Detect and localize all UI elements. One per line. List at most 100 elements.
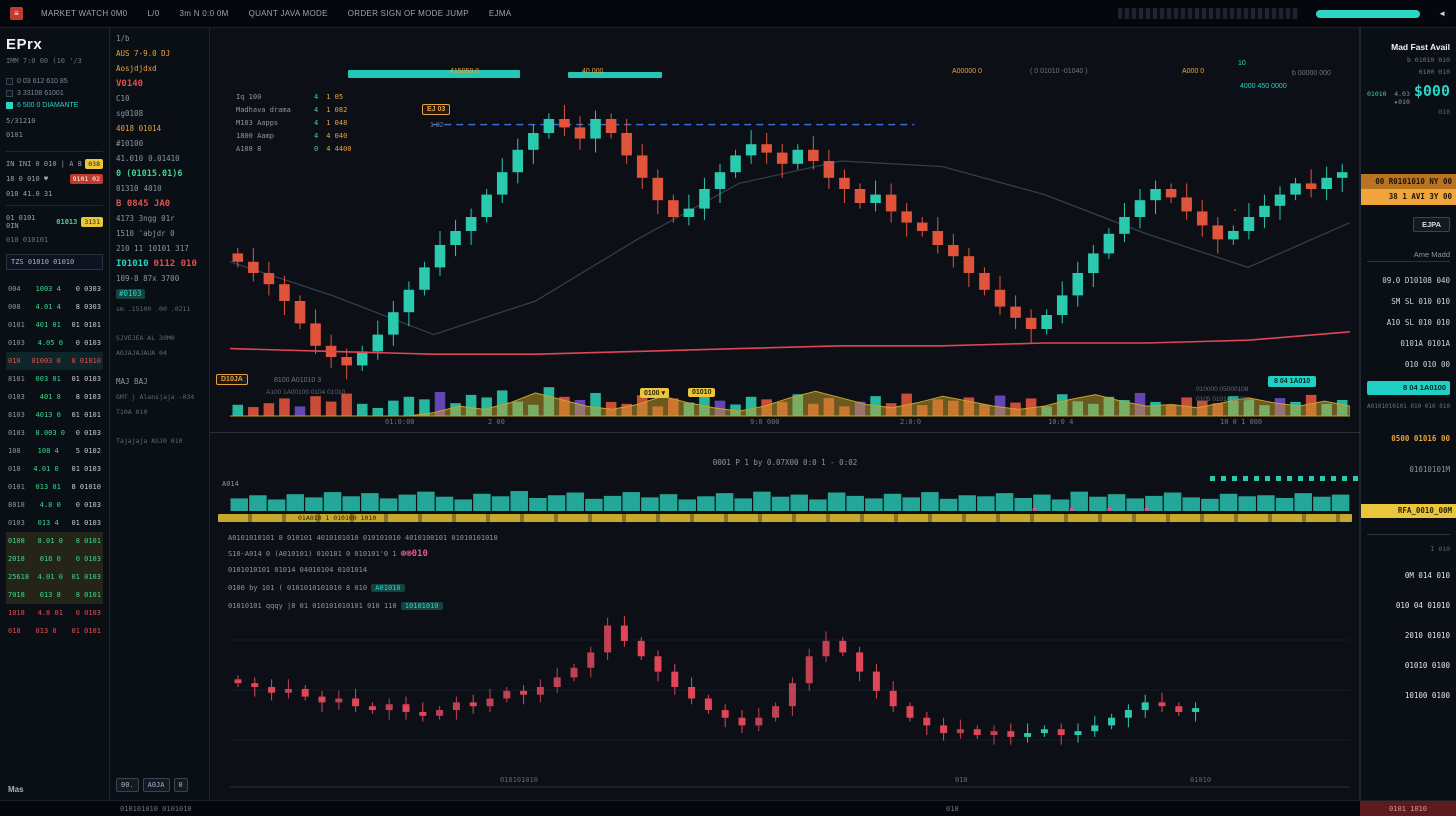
watchlist-table-row[interactable]: 0103013 401 0103 [6,514,103,532]
order-panel-button[interactable]: A0JA [143,778,170,792]
quote-row[interactable]: 18 0 010 ♥9101 02 [6,171,103,186]
topbar-menu-item[interactable]: 3m N 0:0 0M [179,9,228,18]
topbar-menu-item[interactable]: MARKET WATCH 0M0 [41,9,127,18]
chart-label: ( 0 01010 -01040 ) [1030,68,1088,75]
topbar-menu: MARKET WATCH 0M0 L/0 3m N 0:0 0M QUANT JAVA… [41,9,511,18]
order-line-text: 41.010 [116,154,143,164]
chart-area: Iq 10041 05Madhava drama41 082M103 Aapps… [210,28,1360,800]
order-line: GMT j Alansjaja -034 [116,392,203,402]
watchlist-table-row[interactable]: 0103401 88 0103 [6,388,103,406]
alert-row-2[interactable]: 38 1 AVI 3Y 00 [1361,189,1456,205]
table-cell: 013 01 [36,483,61,491]
right-row[interactable]: 010 010 00 [1367,354,1450,375]
mini-sparkline [1118,8,1298,19]
note-line: 0101010101 01014 04010104 0101014 [228,565,498,575]
order-panel-button[interactable]: 0 [174,778,188,792]
right-panel: Mad Fast Avail b 01010 010 0100 010 0101… [1360,28,1456,800]
order-line: I010100112 010 [116,259,203,269]
order-line-value: 0.01410 [148,154,180,164]
note-text: A0101010101 8 010101 4010101010 01010101… [228,534,498,542]
order-panel-button[interactable]: 00. [116,778,139,792]
x-axis-line [210,432,1360,433]
order-line-text: T10A 010 [116,407,147,417]
tab-ejpa[interactable]: EJPA [1413,217,1450,232]
table-cell: 401 8 [40,393,61,401]
watchlist-table-row[interactable]: 018013 001 0101 [6,622,103,640]
right-sub-2: 0100 010 [1367,68,1450,76]
order-line-text: I01010 [116,259,149,269]
confirm-button[interactable]: 8 04 1A0100 [1367,381,1450,395]
momentum-band-chart[interactable] [230,488,1350,512]
right-panel-title: Mad Fast Avail [1367,42,1450,52]
chart-label: A00000 0 [952,68,982,75]
order-line: 4018 01014 [116,124,203,134]
watchlist-table-row[interactable]: 0184.01 001 0103 [6,460,103,478]
table-cell: 4.8 0 [40,501,61,509]
table-cell: 0108 [8,537,25,545]
watchlist-table-row[interactable]: 01038.003 00 0103 [6,424,103,442]
watchlist-table-row[interactable]: 01034.05 00 0103 [6,334,103,352]
watchlist-table-row[interactable]: 8101003 0101 0103 [6,370,103,388]
checkbox-icon[interactable] [6,90,13,97]
watchlist-option[interactable]: 3 33108 61001 [6,87,103,99]
watchlist-table-row[interactable]: 108108 45 0102 [6,442,103,460]
x-axis-label: 2:0:0 [900,418,921,426]
table-cell: 1018 [8,609,25,617]
watchlist-table-row[interactable]: 0101013 018 01010 [6,478,103,496]
watchlist-option[interactable]: 0 03 612 610 85 [6,75,103,87]
x-axis-label: 01:0:00 [385,418,415,426]
candlestick-chart[interactable] [230,88,1350,393]
order-line: MAJ BAJ [116,377,203,387]
order-line-value: 4010 [144,184,162,194]
right-row[interactable]: SM SL 010 010 [1367,291,1450,312]
tzs-box[interactable]: TZS 01010 01010 [6,254,103,270]
table-cell: 8.01 0 [38,537,63,545]
right-row[interactable]: 0101A 0101A [1367,333,1450,354]
watchlist-table-row[interactable]: 0101401 0101 0101 [6,316,103,334]
quote-row[interactable]: IN INI 0 010 | A 8038 [6,156,103,171]
status-alert[interactable]: 0101 1010 [1360,801,1456,816]
watchlist-table: 0041003 40 03030084.01 48 03030101401 01… [6,280,103,640]
watchlist-table-row[interactable]: 80184.8 00 0103 [6,496,103,514]
watchlist-table-row[interactable]: 2018018 00 0103 [6,550,103,568]
watchlist-option[interactable]: 6 500 0 DIAMANTE [6,99,103,111]
topbar-menu-item[interactable]: L/0 [147,9,159,18]
watchlist-table-row[interactable]: 10184.8 010 0103 [6,604,103,622]
app-logo-icon[interactable]: ≡ [10,7,23,20]
table-cell: 0103 [8,339,25,347]
price-small: 01010 [1367,90,1387,98]
quote-row[interactable]: 010 41.0 31 [6,186,103,201]
right-row[interactable]: 09.0 D10108 040 [1367,270,1450,291]
chart-chip[interactable]: 8 04 1A010 [1268,376,1316,387]
topbar-menu-item[interactable]: EJMA [489,9,512,18]
table-cell: 0103 [8,429,25,437]
rfa-highlight-row[interactable]: RFA_0010_00M [1361,504,1456,518]
chart-chip[interactable]: 01010 [688,388,715,397]
checkbox-icon[interactable] [6,102,13,109]
table-cell: 4.01 4 [36,303,61,311]
topbar-menu-item[interactable]: QUANT JAVA MODE [249,9,328,18]
watchlist-table-row[interactable]: 0041003 40 0303 [6,280,103,298]
order-line: 1510 'abjdr 0 [116,229,203,239]
collapse-arrow-icon[interactable]: ◄ [1438,9,1446,18]
order-line: Tajajaja ASJ0 010 [116,436,203,446]
alert-row-1[interactable]: 00 R0101010 NY 00 [1361,174,1456,189]
order-line: SJVEJEA AL 30M0 [116,333,203,343]
watchlist-table-row[interactable]: 7018013 88 0101 [6,586,103,604]
watchlist-table-row[interactable]: 81034013 001 0101 [6,406,103,424]
checkbox-icon[interactable] [6,78,13,85]
watchlist-table-row[interactable]: 0084.01 48 0303 [6,298,103,316]
table-cell: 0 0103 [76,339,101,347]
divider [1367,534,1450,535]
watchlist-table-row[interactable]: 01001003 08 01010 [6,352,103,370]
chart-chip[interactable]: 0100 ▾ [640,388,669,398]
watchlist-table-row[interactable]: 01088.01 08 0101 [6,532,103,550]
order-line: V0140 [116,79,203,89]
table-cell: 8 01010 [71,483,101,491]
chart-label: 415050 0 [450,68,479,75]
lower-candlestick-chart[interactable] [230,583,1350,793]
right-row[interactable]: A10 SL 010 010 [1367,312,1450,333]
volume-chart[interactable] [230,380,1350,418]
watchlist-table-row[interactable]: 256184.01 001 0103 [6,568,103,586]
topbar-menu-item[interactable]: ORDER SIGN OF MODE JUMP [348,9,469,18]
